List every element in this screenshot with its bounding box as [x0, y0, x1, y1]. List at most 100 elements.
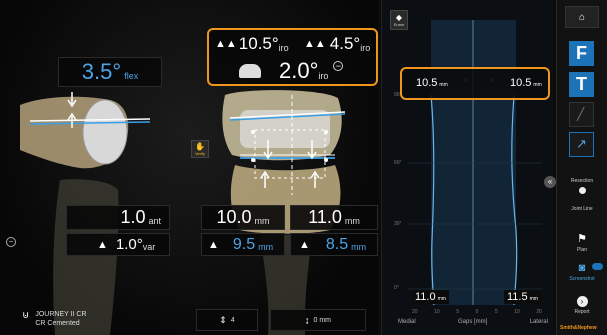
gap-flex-lateral-value: 10.5 — [510, 77, 532, 89]
offset-label: 0 mm — [313, 316, 332, 324]
gap-bottom-right-readout: ▲ 8.5 mm — [290, 233, 378, 256]
anterior-readout: 1.0 ant — [66, 205, 170, 230]
gap-ext-lateral-unit: mm — [529, 296, 538, 302]
gap-chart-panel: ◆ Erase 90° 60° 30° 0° 10.5 mm 10.5 mm 1… — [381, 0, 556, 335]
gap-ext-medial-value: 11.0 — [415, 291, 436, 303]
gap-flex-medial-value: 10.5 — [416, 77, 438, 89]
offset-icon: ↨ — [305, 315, 310, 325]
gap-flex-medial: 10.5 mm — [416, 77, 448, 89]
app-root: 3.5° flex ▲▲ 10.5° iro ▲▲ 4.5° iro 2.0° … — [0, 0, 607, 335]
xtick: 5 — [456, 309, 460, 315]
gaps-axis-label: Gaps [mm] — [457, 319, 488, 325]
gap-bottom-left-value: 9.5 — [232, 235, 256, 253]
x-axis-labels: Medial Gaps [mm] Lateral — [398, 319, 548, 325]
gap-bottom-right-value: 8.5 — [325, 235, 349, 253]
insert-icon: ⇕ — [219, 314, 227, 325]
gap-flex-lateral-unit: mm — [533, 82, 542, 88]
gap-flexion-box: 10.5 mm 10.5 mm — [400, 67, 550, 100]
implant-line1: JOURNEY II CR — [35, 311, 87, 318]
probe-tool-button[interactable]: ╱ — [569, 102, 594, 127]
femur-rotation-readout: ▲▲ 10.5° iro — [215, 34, 289, 54]
gap-ext-lateral: 11.5 mm — [504, 290, 541, 304]
varus-readout: ▲ 1.0° var — [66, 233, 170, 256]
x-ticks: 20 10 5 0 5 10 20 — [412, 309, 542, 315]
right-toolbar: ⌂ F T ╱ ↗ Resection Joint Line ⚑ Plan ◙ … — [556, 0, 607, 335]
rotation-panel: ▲▲ 10.5° iro ▲▲ 4.5° iro 2.0° iro − — [207, 28, 378, 86]
main-viewer[interactable]: 3.5° flex ▲▲ 10.5° iro ▲▲ 4.5° iro 2.0° … — [0, 0, 378, 335]
xtick: 10 — [514, 309, 520, 315]
femur-rotation-unit: iro — [278, 42, 289, 53]
bottom-bar: ⊍ JOURNEY II CR CR Cemented ⇕ 4 ↨ 0 mm — [0, 303, 378, 335]
implant-icon-small: ⊍ — [22, 310, 30, 321]
tibia-tool-button[interactable]: T — [569, 72, 594, 97]
hand-icon: ✋ — [195, 142, 205, 151]
report-label: Report — [574, 309, 590, 315]
probe-icon: ╱ — [577, 107, 585, 121]
screenshot-label: Screenshot — [569, 276, 595, 282]
resection-label: Resection — [570, 178, 594, 184]
femur-gap-icon: ▲ — [208, 238, 219, 251]
brand-logo: Smith&Nephew — [560, 325, 597, 331]
report-button[interactable]: › Report — [565, 296, 599, 315]
xtick: 5 — [494, 309, 498, 315]
implant-info[interactable]: ⊍ JOURNEY II CR CR Cemented — [22, 310, 87, 328]
report-icon: › — [576, 296, 588, 307]
tibia-rotation-value: 4.5° — [329, 34, 361, 53]
camera-icon: ◙ — [578, 262, 586, 274]
anterior-unit: ant — [148, 215, 161, 226]
count-label: 4 — [230, 316, 235, 324]
home-icon: ⌂ — [578, 11, 586, 23]
gap-bottom-left-readout: ▲ 9.5 mm — [201, 233, 285, 256]
tibia-gap-icon: ▲ — [299, 238, 310, 251]
xtick: 10 — [434, 309, 440, 315]
femur-tool-button[interactable]: F — [569, 41, 594, 66]
gap-ext-medial: 11.0 mm — [412, 290, 449, 304]
plan-label: Plan — [576, 247, 587, 253]
gap-top-right-unit: mm — [344, 215, 360, 226]
xtick: 20 — [412, 309, 418, 315]
verify-label: Verify — [194, 151, 205, 156]
gap-top-right-value: 11.0 — [308, 207, 342, 227]
gap-top-right-readout: 11.0 mm — [290, 205, 378, 230]
gap-ext-medial-unit: mm — [437, 296, 446, 302]
resection-button[interactable]: Resection — [565, 176, 599, 194]
minus-circle-icon[interactable]: − — [333, 61, 344, 71]
count-control[interactable]: ⇕ 4 — [196, 309, 258, 331]
flexion-unit: flex — [124, 71, 139, 81]
tibia-insert-side — [82, 99, 128, 165]
home-button[interactable]: ⌂ — [565, 6, 599, 28]
collapse-left-icon[interactable]: − — [6, 237, 16, 247]
offset-control[interactable]: ↨ 0 mm — [270, 309, 366, 331]
medial-label: Medial — [398, 319, 416, 325]
gap-bottom-left-unit: mm — [258, 242, 274, 252]
flexion-value: 3.5° — [81, 59, 122, 84]
tibia-varus-icon: ▲ — [97, 238, 108, 251]
anterior-value: 1.0 — [120, 207, 146, 227]
pointer-tool-button[interactable]: ↗ — [569, 132, 594, 157]
gap-top-left-value: 10.0 — [216, 207, 252, 227]
gap-bottom-right-unit: mm — [351, 242, 367, 252]
joint-line-button[interactable]: Joint Line — [565, 204, 599, 212]
tibia-rotation-unit: iro — [360, 42, 371, 53]
gap-flex-medial-unit: mm — [439, 82, 448, 88]
resection-indicator-icon — [578, 187, 586, 194]
femur-icon: ▲▲ — [215, 38, 237, 50]
verify-button[interactable]: ✋ Verify — [191, 140, 209, 158]
gap-band-chart — [408, 20, 542, 306]
varus-unit: var — [142, 242, 156, 252]
tibia-icon: ▲▲ — [304, 38, 326, 50]
varus-value: 1.0° — [115, 236, 143, 253]
combined-rotation-readout: 2.0° iro − — [239, 58, 344, 84]
gap-ext-lateral-value: 11.5 — [507, 291, 528, 303]
collapse-panel-icon[interactable]: « — [544, 176, 556, 188]
plan-button[interactable]: ⚑ Plan — [565, 232, 599, 253]
implant-line2: CR Cemented — [35, 320, 80, 327]
gap-top-left-unit: mm — [254, 215, 270, 226]
femur-rotation-value: 10.5° — [238, 34, 279, 53]
xtick: 20 — [536, 309, 542, 315]
flag-icon: ⚑ — [577, 233, 587, 245]
tibia-rotation-readout: ▲▲ 4.5° iro — [304, 34, 370, 54]
implant-icon — [239, 64, 261, 78]
pointer-icon: ↗ — [576, 136, 587, 151]
joint-line-label: Joint Line — [571, 206, 593, 212]
